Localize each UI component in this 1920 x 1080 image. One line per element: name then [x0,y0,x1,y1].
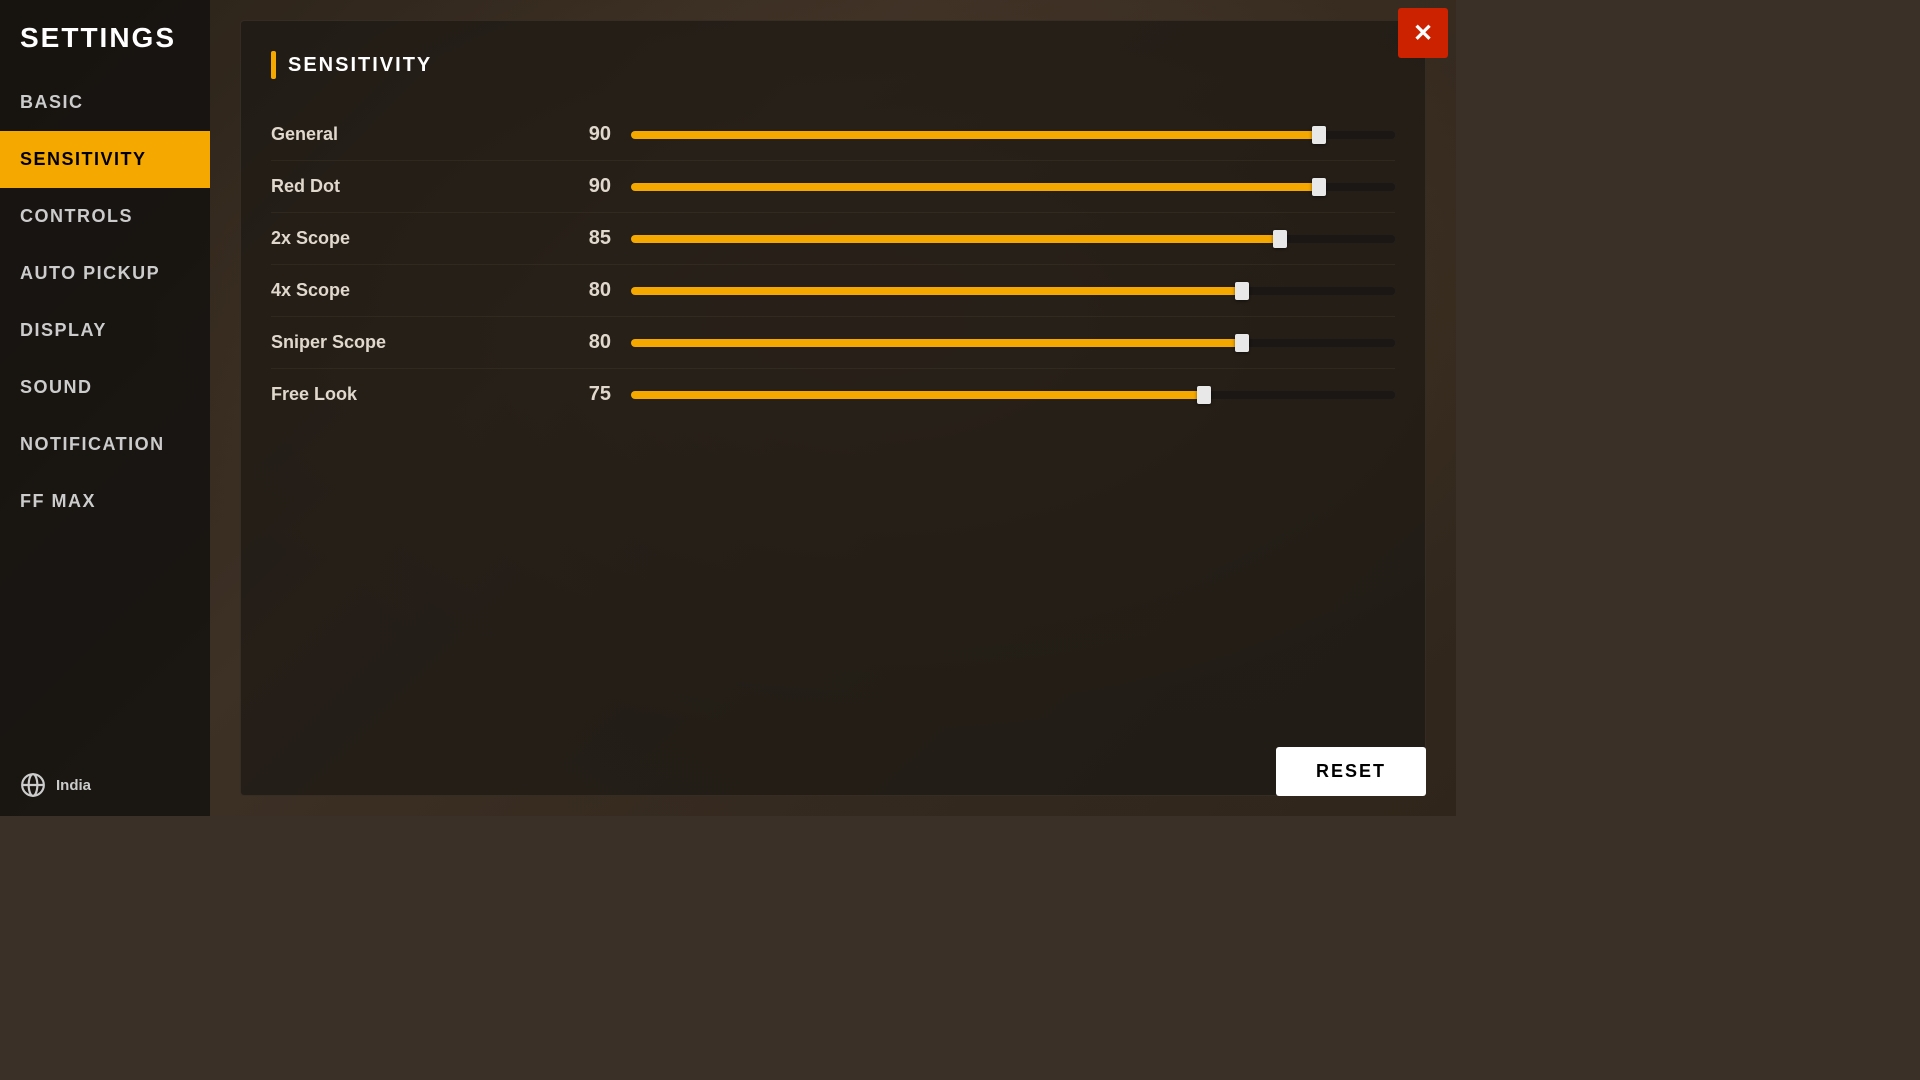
sliders-container: General90Red Dot902x Scope854x Scope80Sn… [271,109,1395,420]
main-content: SENSITIVITY General90Red Dot902x Scope85… [210,0,1456,816]
slider-value-0: 90 [551,123,611,146]
slider-value-3: 80 [551,279,611,302]
slider-track-5[interactable] [631,386,1395,404]
app-title: SETTINGS [0,0,210,74]
slider-row-4: Sniper Scope80 [271,317,1395,369]
sidebar-item-display[interactable]: DISPLAY [0,302,210,359]
section-header: SENSITIVITY [271,51,1395,79]
slider-value-4: 80 [551,331,611,354]
reset-button[interactable]: RESET [1276,747,1426,796]
sidebar-footer: India [0,754,210,816]
nav-items: BASICSENSITIVITYCONTROLSAUTO PICKUPDISPL… [0,74,210,754]
slider-label-1: Red Dot [271,176,551,197]
slider-value-2: 85 [551,227,611,250]
content-panel: SENSITIVITY General90Red Dot902x Scope85… [240,20,1426,796]
slider-track-0[interactable] [631,126,1395,144]
slider-value-5: 75 [551,383,611,406]
slider-label-4: Sniper Scope [271,332,551,353]
slider-label-3: 4x Scope [271,280,551,301]
slider-track-fill-2 [631,235,1280,243]
slider-row-0: General90 [271,109,1395,161]
sidebar-item-controls[interactable]: CONTROLS [0,188,210,245]
sidebar-item-auto-pickup[interactable]: AUTO PICKUP [0,245,210,302]
slider-thumb-0[interactable] [1312,126,1326,144]
sidebar-item-sound[interactable]: SOUND [0,359,210,416]
sidebar-item-notification[interactable]: NOTIFICATION [0,416,210,473]
sidebar-item-sensitivity[interactable]: SENSITIVITY [0,131,210,188]
slider-thumb-2[interactable] [1273,230,1287,248]
slider-thumb-1[interactable] [1312,178,1326,196]
slider-track-fill-5 [631,391,1204,399]
slider-track-fill-1 [631,183,1319,191]
sidebar: SETTINGS BASICSENSITIVITYCONTROLSAUTO PI… [0,0,210,816]
slider-row-3: 4x Scope80 [271,265,1395,317]
slider-track-fill-3 [631,287,1242,295]
slider-row-5: Free Look75 [271,369,1395,420]
close-icon: ✕ [1413,19,1433,48]
slider-label-5: Free Look [271,384,551,405]
slider-thumb-4[interactable] [1235,334,1249,352]
slider-row-2: 2x Scope85 [271,213,1395,265]
section-title: SENSITIVITY [288,54,432,77]
slider-track-1[interactable] [631,178,1395,196]
section-bar [271,51,276,79]
slider-thumb-5[interactable] [1197,386,1211,404]
sidebar-item-ff-max[interactable]: FF MAX [0,473,210,530]
slider-label-0: General [271,124,551,145]
region-label: India [56,777,91,794]
slider-track-2[interactable] [631,230,1395,248]
sidebar-item-basic[interactable]: BASIC [0,74,210,131]
slider-track-3[interactable] [631,282,1395,300]
slider-value-1: 90 [551,175,611,198]
slider-label-2: 2x Scope [271,228,551,249]
slider-track-fill-0 [631,131,1319,139]
slider-track-4[interactable] [631,334,1395,352]
close-button[interactable]: ✕ [1398,8,1448,58]
slider-thumb-3[interactable] [1235,282,1249,300]
slider-row-1: Red Dot90 [271,161,1395,213]
slider-track-fill-4 [631,339,1242,347]
globe-icon [20,772,46,798]
